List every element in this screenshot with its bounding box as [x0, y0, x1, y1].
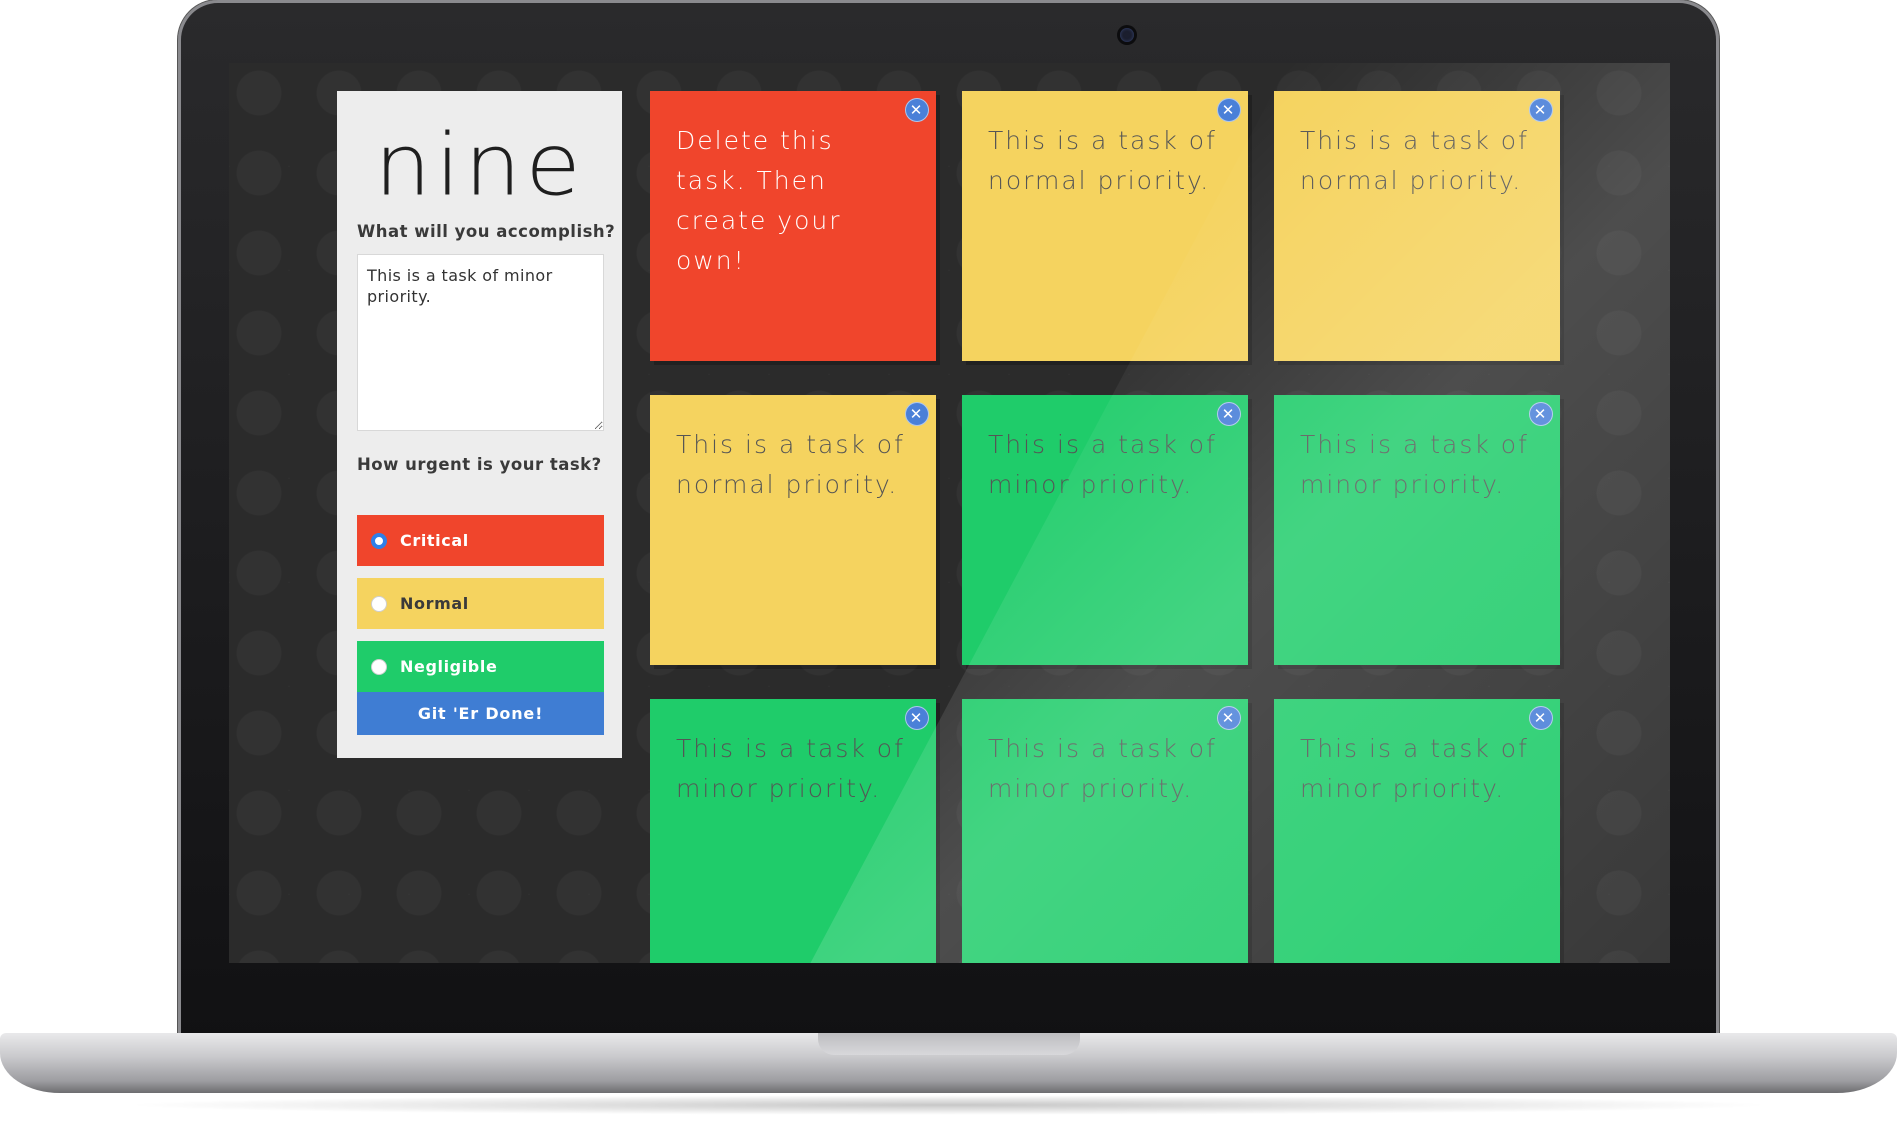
task-card-text: Delete this task. Then create your own! — [676, 126, 842, 275]
task-card[interactable]: This is a task of normal priority. ✕ — [962, 91, 1248, 361]
close-icon[interactable]: ✕ — [1217, 706, 1241, 730]
task-card[interactable]: This is a task of minor priority. ✕ — [650, 699, 936, 963]
close-icon[interactable]: ✕ — [905, 98, 929, 122]
app-logo: nine — [374, 115, 585, 216]
task-prompt-label: What will you accomplish? — [357, 222, 616, 241]
priority-option-negligible[interactable]: Negligible — [357, 641, 604, 692]
task-card[interactable]: This is a task of normal priority. ✕ — [1274, 91, 1560, 361]
task-input[interactable]: This is a task of minor priority. — [357, 254, 604, 431]
radio-icon[interactable] — [371, 595, 387, 612]
task-card-text: This is a task of normal priority. — [676, 430, 905, 499]
close-icon[interactable]: ✕ — [1529, 98, 1553, 122]
camera-icon — [1120, 28, 1134, 42]
app-screen: nine What will you accomplish? This is a… — [229, 63, 1670, 963]
task-card[interactable]: This is a task of minor priority. ✕ — [1274, 395, 1560, 665]
close-icon[interactable]: ✕ — [1217, 402, 1241, 426]
priority-option-label: Critical — [400, 531, 469, 550]
task-card-text: This is a task of minor priority. — [988, 734, 1217, 803]
laptop-shadow — [120, 1095, 1777, 1115]
task-card[interactable]: This is a task of minor priority. ✕ — [962, 699, 1248, 963]
laptop-lid-notch — [818, 1033, 1080, 1055]
task-card-text: This is a task of minor priority. — [1300, 430, 1529, 499]
task-card[interactable]: This is a task of normal priority. ✕ — [650, 395, 936, 665]
urgency-label: How urgent is your task? — [357, 455, 602, 474]
priority-option-label: Normal — [400, 594, 469, 613]
radio-icon[interactable] — [371, 532, 387, 549]
task-card[interactable]: Delete this task. Then create your own! ✕ — [650, 91, 936, 361]
task-card-text: This is a task of minor priority. — [988, 430, 1217, 499]
close-icon[interactable]: ✕ — [1217, 98, 1241, 122]
task-card[interactable]: This is a task of minor priority. ✕ — [962, 395, 1248, 665]
task-card-text: This is a task of normal priority. — [1300, 126, 1529, 195]
task-card[interactable]: This is a task of minor priority. ✕ — [1274, 699, 1560, 963]
priority-option-normal[interactable]: Normal — [357, 578, 604, 629]
task-card-text: This is a task of minor priority. — [676, 734, 905, 803]
submit-task-button[interactable]: Git 'Er Done! — [357, 692, 604, 735]
radio-icon[interactable] — [371, 658, 387, 675]
task-card-text: This is a task of minor priority. — [1300, 734, 1529, 803]
close-icon[interactable]: ✕ — [1529, 402, 1553, 426]
task-card-text: This is a task of normal priority. — [988, 126, 1217, 195]
close-icon[interactable]: ✕ — [1529, 706, 1553, 730]
priority-option-label: Negligible — [400, 657, 498, 676]
task-form-panel: nine What will you accomplish? This is a… — [337, 91, 622, 758]
close-icon[interactable]: ✕ — [905, 402, 929, 426]
close-icon[interactable]: ✕ — [905, 706, 929, 730]
priority-option-critical[interactable]: Critical — [357, 515, 604, 566]
